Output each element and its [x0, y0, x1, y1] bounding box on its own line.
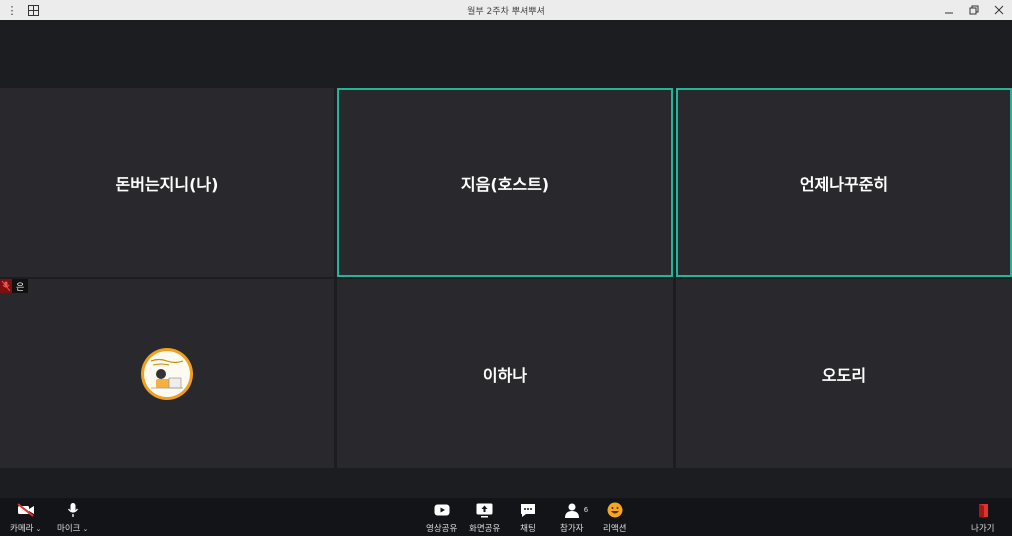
video-share-button[interactable]: 영상공유: [426, 501, 457, 534]
video-grid: 돈버는지니(나) 지음(호스트) 언제나꾸준히 은 이하나 오도리: [0, 20, 1012, 498]
video-share-label: 영상공유: [426, 524, 458, 534]
close-icon[interactable]: [991, 2, 1007, 18]
chat-icon: [521, 503, 535, 517]
mic-button[interactable]: 마이크 ⌄: [57, 501, 88, 534]
participant-name: 지음(호스트): [460, 174, 550, 194]
person-icon: [564, 503, 579, 518]
reaction-button[interactable]: 리액션: [603, 501, 626, 534]
avatar-illustration-icon: [150, 358, 184, 388]
camera-label: 카메라: [10, 524, 34, 534]
restore-icon[interactable]: [966, 2, 982, 18]
mic-muted-icon: [0, 279, 12, 293]
participant-name: 언제나꾸준히: [799, 174, 889, 194]
video-tile-self[interactable]: 돈버는지니(나): [0, 88, 334, 277]
participants-button[interactable]: 6 참가자: [560, 501, 588, 534]
participant-name: 이하나: [482, 365, 528, 385]
meeting-toolbar: 카메라 ⌄ 마이크 ⌄ 영상공유 화면공유 채팅 6 참가자 리액션 나가기: [0, 498, 1012, 536]
play-video-icon: [434, 504, 450, 516]
camera-button[interactable]: 카메라 ⌄: [10, 501, 41, 534]
leave-label: 나가기: [971, 524, 995, 534]
video-tile-participant[interactable]: 은: [0, 279, 334, 468]
screen-share-label: 화면공유: [469, 524, 501, 534]
video-tile-participant[interactable]: 언제나꾸준히: [676, 88, 1012, 277]
microphone-icon: [67, 503, 78, 517]
name-chip: 은: [0, 279, 29, 293]
screen-share-button[interactable]: 화면공유: [469, 501, 500, 534]
participant-name: 돈버는지니(나): [115, 174, 219, 194]
participant-name: 은: [16, 282, 25, 293]
video-tile-participant[interactable]: 오도리: [676, 279, 1012, 468]
chat-label: 채팅: [520, 524, 536, 534]
participant-count: 6: [583, 506, 589, 514]
window-title: 월부 2주차 뿌셔뿌셔: [467, 7, 545, 17]
screen-share-icon: [476, 503, 493, 517]
reaction-label: 리액션: [603, 524, 627, 534]
participants-label: 참가자: [560, 524, 584, 534]
video-tile-host[interactable]: 지음(호스트): [337, 88, 673, 277]
leave-button[interactable]: 나가기: [971, 501, 994, 534]
chat-button[interactable]: 채팅: [520, 501, 536, 534]
chevron-down-icon[interactable]: ⌄: [82, 525, 88, 533]
participant-name: 오도리: [821, 365, 867, 385]
minimize-icon[interactable]: [941, 2, 957, 18]
avatar: [141, 347, 193, 400]
smile-emoji-icon: [607, 502, 623, 518]
chevron-down-icon[interactable]: ⌄: [35, 525, 41, 533]
title-bar: ⋮ 월부 2주차 뿌셔뿌셔: [0, 0, 1012, 20]
camera-off-icon: [17, 503, 34, 517]
mic-label: 마이크: [57, 524, 81, 534]
exit-door-icon: [978, 503, 988, 518]
video-tile-participant[interactable]: 이하나: [337, 279, 673, 468]
